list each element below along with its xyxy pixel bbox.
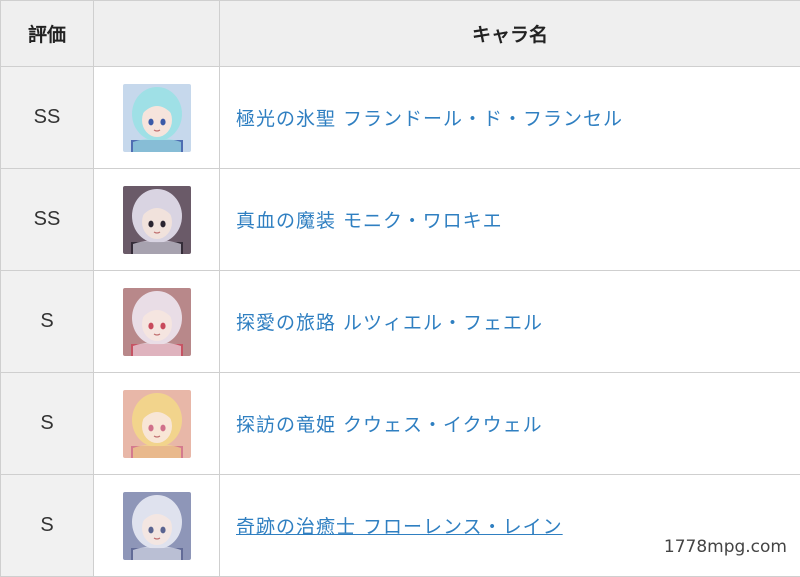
table-row: SS 真血の魔装 モニク・ワロキエ: [1, 169, 800, 271]
rating-value: SS: [1, 67, 94, 169]
character-name-link[interactable]: 探愛の旅路 ルツィエル・フェエル: [236, 312, 543, 334]
character-name-link[interactable]: 探訪の竜姫 クウェス・イクウェル: [236, 414, 543, 436]
character-avatar[interactable]: [123, 186, 191, 254]
rating-value: S: [1, 475, 94, 577]
character-avatar[interactable]: [123, 492, 191, 560]
rating-value: S: [1, 271, 94, 373]
table-row: SS 極光の氷聖 フランドール・ド・フランセル: [1, 67, 800, 169]
character-name-link[interactable]: 真血の魔装 モニク・ワロキエ: [236, 210, 503, 232]
table-row: S 探愛の旅路 ルツィエル・フェエル: [1, 271, 800, 373]
table-header-row: 評価 キャラ名: [1, 1, 800, 67]
watermark-text: 1778mpg.com: [661, 537, 790, 557]
header-character-name: キャラ名: [220, 1, 800, 67]
header-rating: 評価: [1, 1, 94, 67]
character-name-link[interactable]: 極光の氷聖 フランドール・ド・フランセル: [236, 108, 623, 130]
character-avatar[interactable]: [123, 288, 191, 356]
rating-value: SS: [1, 169, 94, 271]
table-row: S 探訪の竜姫 クウェス・イクウェル: [1, 373, 800, 475]
header-image: [94, 1, 220, 67]
character-avatar[interactable]: [123, 84, 191, 152]
character-rating-table: 評価 キャラ名 SS 極光の氷聖 フランドール・ド・フランセル SS 真血の魔装…: [0, 0, 800, 577]
character-name-link[interactable]: 奇跡の治癒士 フローレンス・レイン: [236, 516, 563, 538]
table-row: S 奇跡の治癒士 フローレンス・レイン: [1, 475, 800, 577]
rating-value: S: [1, 373, 94, 475]
character-avatar[interactable]: [123, 390, 191, 458]
